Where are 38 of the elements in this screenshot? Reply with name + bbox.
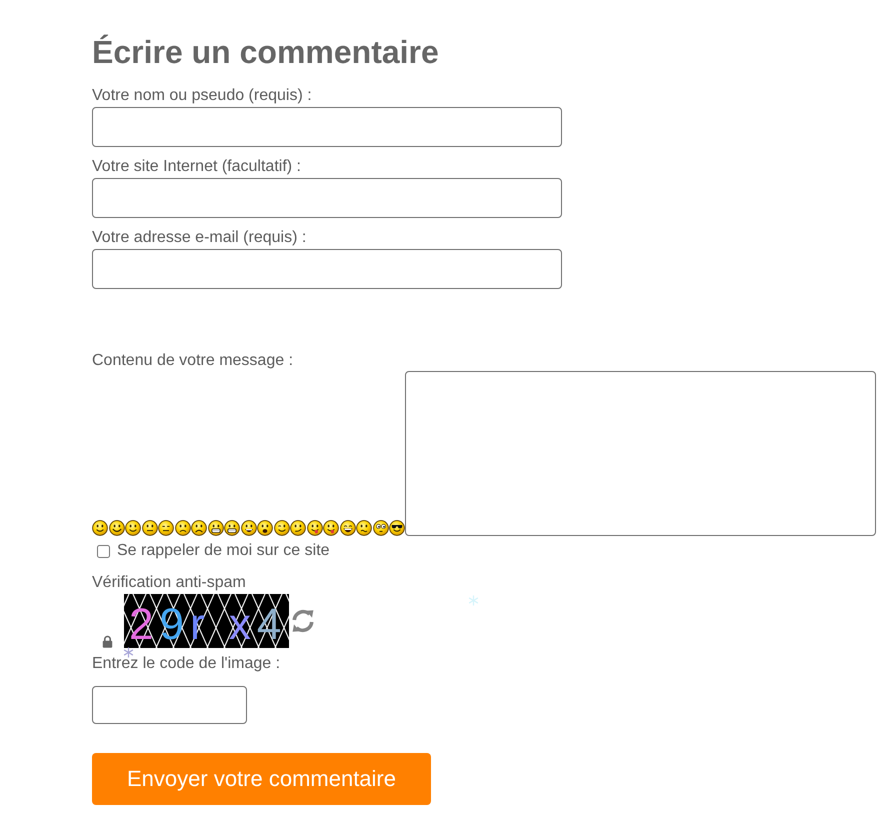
sad-face-icon[interactable] [174, 520, 190, 536]
winking-face-icon[interactable] [274, 520, 290, 536]
laughing-face-icon[interactable] [340, 520, 356, 536]
tongue-face-icon[interactable] [306, 520, 322, 536]
asterisk-icon [123, 647, 134, 658]
checkbox-label: Se rappeler de moi sur ce site [117, 541, 330, 561]
smiley-icon[interactable] [92, 520, 108, 536]
input-field[interactable] [92, 178, 562, 218]
sunglasses-face-icon[interactable] [389, 520, 405, 536]
frowning-face-icon[interactable] [191, 520, 207, 536]
grimacing-face-icon[interactable] [224, 520, 240, 536]
padlock-icon [102, 635, 113, 648]
refresh-icon[interactable] [290, 607, 316, 635]
field-label: Votre nom ou pseudo (requis) : [92, 86, 312, 106]
captcha-input-field[interactable] [92, 686, 247, 724]
field-label: Vérification anti-spam [92, 573, 246, 593]
input-field[interactable] [92, 249, 562, 289]
smirking-face-icon[interactable] [290, 520, 306, 536]
surprised-face-icon[interactable] [257, 520, 273, 536]
message-field[interactable] [405, 371, 876, 536]
tongue-face-icon[interactable] [323, 520, 339, 536]
laughing-face-icon[interactable] [240, 520, 256, 536]
field-label: Entrez le code de l'image : [92, 654, 280, 674]
wide-eyed-face-icon[interactable] [372, 520, 388, 536]
grimacing-face-icon[interactable] [208, 520, 224, 536]
smiley-icon[interactable] [125, 520, 141, 536]
worried-face-icon[interactable] [356, 520, 372, 536]
remember-checkbox[interactable] [97, 544, 110, 558]
grinning-face-icon[interactable] [108, 520, 124, 536]
field-label: Contenu de votre message : [92, 351, 294, 371]
asterisk-icon [468, 595, 479, 606]
field-label: Votre adresse e-mail (requis) : [92, 228, 306, 248]
neutral-face-icon[interactable] [142, 520, 158, 536]
section-heading: Écrire un commentaire [92, 33, 439, 72]
expressionless-face-icon[interactable] [158, 520, 174, 536]
submit-button[interactable]: Envoyer votre commentaire [92, 753, 431, 805]
input-field[interactable] [92, 107, 562, 147]
field-label: Votre site Internet (facultatif) : [92, 157, 301, 177]
